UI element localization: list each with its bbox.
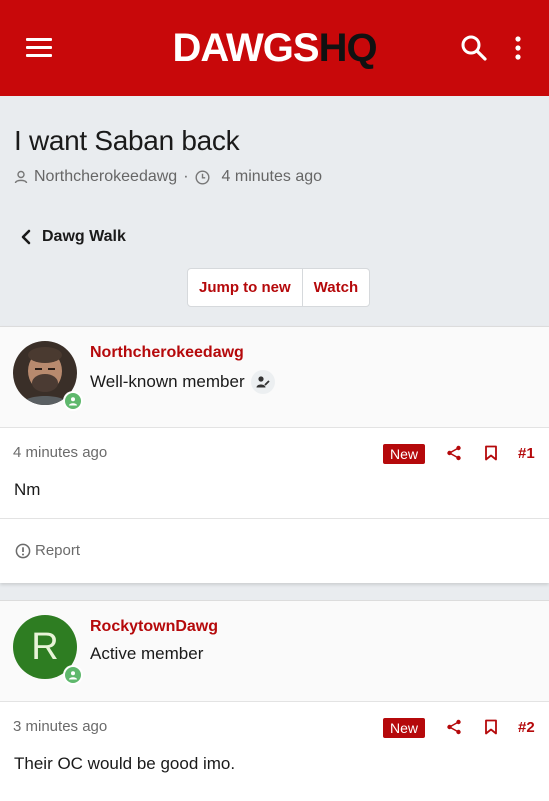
kebab-menu-icon[interactable]: [508, 34, 528, 62]
online-status-icon: [63, 391, 83, 411]
clock-icon: [195, 169, 210, 185]
post-1: Northcherokeedawg Well-known member 4 mi…: [0, 326, 549, 583]
new-badge: New: [383, 444, 426, 464]
thread-actions: Jump to new Watch: [187, 268, 371, 307]
avatar[interactable]: R: [13, 615, 83, 685]
user-edit-icon: [250, 370, 275, 394]
post-body: Nm: [14, 480, 41, 499]
meta-separator: ·: [183, 168, 189, 185]
report-label: Report: [35, 542, 81, 559]
post-user-info: Northcherokeedawg Well-known member: [0, 327, 549, 428]
thread-meta: Northcherokeedawg · 4 minutes ago: [14, 168, 322, 186]
post-footer: Report: [0, 518, 549, 581]
user-title-text: Active member: [90, 644, 204, 663]
post-2: R RockytownDawg Active member 3 minutes …: [0, 600, 549, 801]
thread-time: 4 minutes ago: [221, 168, 323, 185]
post-meta: 4 minutes ago New #1: [0, 428, 549, 478]
site-logo[interactable]: DAWGS HQ: [172, 26, 378, 70]
logo-text-hq: HQ: [318, 26, 378, 70]
jump-to-new-button[interactable]: Jump to new: [188, 269, 302, 306]
thread-author-link[interactable]: Northcherokeedawg: [34, 168, 177, 186]
hamburger-menu-icon[interactable]: [26, 38, 52, 58]
post-user-info: R RockytownDawg Active member: [0, 601, 549, 702]
post-username[interactable]: Northcherokeedawg: [90, 344, 244, 362]
bookmark-icon[interactable]: [484, 445, 498, 461]
logo-text-dawgs: DAWGS: [172, 26, 319, 70]
bookmark-icon[interactable]: [484, 719, 498, 735]
top-bar: DAWGS HQ: [0, 0, 549, 96]
post-meta: 3 minutes ago New #2: [0, 702, 549, 752]
search-icon[interactable]: [460, 34, 488, 62]
user-title-text: Well-known member: [90, 372, 245, 391]
post-number-link[interactable]: #2: [518, 719, 535, 736]
user-title: Active member: [90, 644, 203, 664]
report-link[interactable]: Report: [15, 542, 80, 559]
user-title: Well-known member: [90, 370, 275, 394]
post-time[interactable]: 4 minutes ago: [13, 444, 107, 461]
online-status-icon: [63, 665, 83, 685]
thread-title: I want Saban back: [14, 125, 240, 156]
post-number-link[interactable]: #1: [518, 445, 535, 462]
report-icon: [15, 543, 31, 558]
chevron-left-icon: [21, 229, 31, 245]
avatar[interactable]: [13, 341, 83, 411]
post-username[interactable]: RockytownDawg: [90, 618, 218, 636]
post-body: Their OC would be good imo.: [14, 754, 236, 773]
share-icon[interactable]: [446, 719, 462, 735]
watch-button[interactable]: Watch: [301, 269, 369, 306]
breadcrumb-label: Dawg Walk: [42, 228, 126, 245]
thread-header: I want Saban back Northcherokeedawg · 4 …: [0, 96, 549, 326]
user-icon: [14, 170, 28, 184]
share-icon[interactable]: [446, 445, 462, 461]
breadcrumb-back-link[interactable]: Dawg Walk: [20, 228, 126, 246]
post-time[interactable]: 3 minutes ago: [13, 718, 107, 735]
new-badge: New: [383, 718, 426, 738]
